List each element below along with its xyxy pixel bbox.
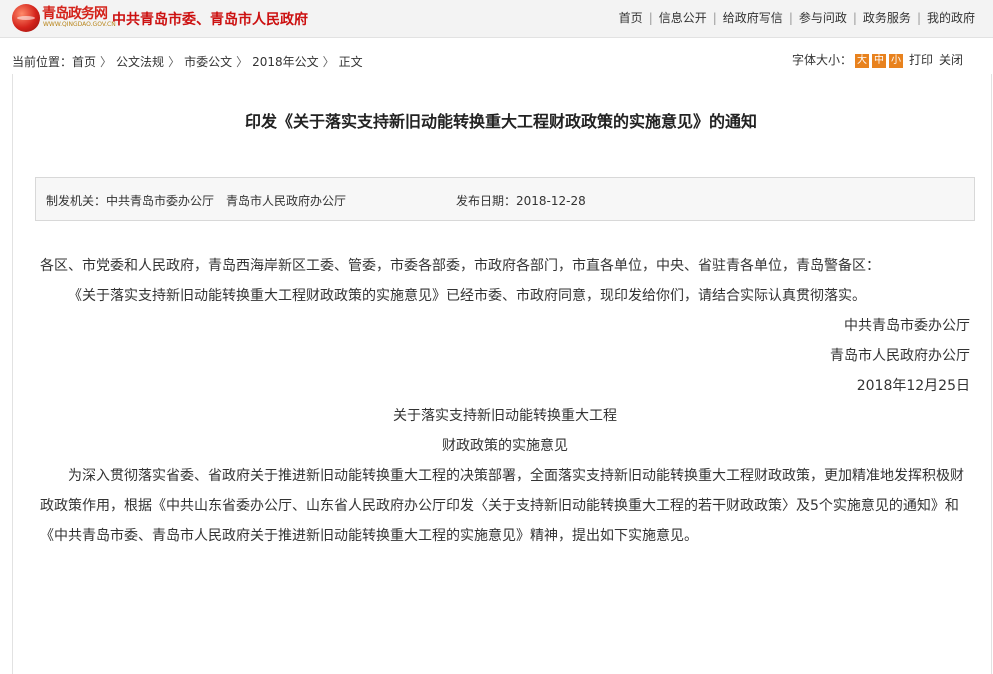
site-organization: 中共青岛市委、青岛市人民政府 <box>112 12 308 28</box>
breadcrumb-separator: 〉 <box>322 55 335 69</box>
site-header: 青岛政务网 WWW.QINGDAO.GOV.CN 中共青岛市委、青岛市人民政府 … <box>0 0 993 38</box>
logo-subtext: WWW.QINGDAO.GOV.CN <box>43 21 116 28</box>
issuer-value: 中共青岛市委办公厅 青岛市人民政府办公厅 <box>106 194 347 208</box>
nav-separator: | <box>712 11 717 25</box>
font-size-medium-button[interactable]: 中 <box>871 53 886 68</box>
breadcrumb-party-documents[interactable]: 市委公文 <box>184 55 232 69</box>
breadcrumb-separator: 〉 <box>168 55 181 69</box>
article-meta-box: 制发机关：中共青岛市委办公厅 青岛市人民政府办公厅 发布日期：2018-12-2… <box>35 177 975 221</box>
signature-date: 2018年12月25日 <box>856 378 970 394</box>
sub-title-line1: 关于落实支持新旧动能转换重大工程 <box>393 408 617 424</box>
nav-participate[interactable]: 参与问政 <box>799 11 847 25</box>
breadcrumb: 当前位置：首页〉公文法规〉市委公文〉 2018年公文〉正文 <box>12 53 363 70</box>
nav-services[interactable]: 政务服务 <box>863 11 911 25</box>
opinion-intro-paragraph: 为深入贯彻落实省委、省政府关于推进新旧动能转换重大工程的决策部署，全面落实支持新… <box>40 468 964 544</box>
site-logo[interactable]: 青岛政务网 WWW.QINGDAO.GOV.CN <box>12 2 116 34</box>
issuer-label: 制发机关： <box>46 194 107 208</box>
breadcrumb-separator: 〉 <box>100 55 113 69</box>
nav-my-government[interactable]: 我的政府 <box>927 11 975 25</box>
breadcrumb-home[interactable]: 首页 <box>72 55 96 69</box>
nav-separator: | <box>648 11 653 25</box>
breadcrumb-documents[interactable]: 公文法规 <box>116 55 164 69</box>
nav-info-disclosure[interactable]: 信息公开 <box>659 11 707 25</box>
signature-party-office: 中共青岛市委办公厅 <box>844 318 970 334</box>
publish-date-label: 发布日期： <box>456 194 517 208</box>
logo-text: 青岛政务网 <box>42 6 108 22</box>
nav-separator: | <box>788 11 793 25</box>
nav-home[interactable]: 首页 <box>619 11 643 25</box>
publish-date-value: 2018-12-28 <box>516 194 586 208</box>
page-tools: 字体大小：大中小打印 关闭 <box>792 51 963 68</box>
sub-title-line2: 财政政策的实施意见 <box>442 438 568 454</box>
recipients-paragraph: 各区、市党委和人民政府，青岛西海岸新区工委、管委，市委各部委，市政府各部门，市直… <box>40 258 880 274</box>
breadcrumb-separator: 〉 <box>236 55 249 69</box>
breadcrumb-prefix: 当前位置： <box>12 55 73 69</box>
font-size-large-button[interactable]: 大 <box>854 53 869 68</box>
issuer-info: 制发机关：中共青岛市委办公厅 青岛市人民政府办公厅 <box>46 192 346 209</box>
publish-date-info: 发布日期：2018-12-28 <box>456 192 586 209</box>
nav-write-government[interactable]: 给政府写信 <box>723 11 783 25</box>
nav-separator: | <box>916 11 921 25</box>
font-size-label: 字体大小： <box>791 53 852 67</box>
notice-paragraph: 《关于落实支持新旧动能转换重大工程财政政策的实施意见》已经市委、市政府同意，现印… <box>68 288 866 304</box>
nav-separator: | <box>852 11 857 25</box>
article-body: 各区、市党委和人民政府，青岛西海岸新区工委、管委，市委各部委，市政府各部门，市直… <box>40 251 970 551</box>
breadcrumb-bar: 当前位置：首页〉公文法规〉市委公文〉 2018年公文〉正文 字体大小：大中小打印关… <box>0 48 993 74</box>
breadcrumb-current: 正文 <box>338 55 363 69</box>
signature-government-office: 青岛市人民政府办公厅 <box>830 348 970 364</box>
article-title: 印发《关于落实支持新旧动能转换重大工程财政政策的实施意见》的通知 <box>244 112 757 131</box>
close-link[interactable]: 关闭 <box>939 53 963 67</box>
globe-icon <box>12 4 40 32</box>
print-link[interactable]: 打印 <box>909 53 933 67</box>
breadcrumb-2018-documents[interactable]: 2018年公文 <box>252 55 319 69</box>
top-navigation: 首页 | 信息公开 | 给政府写信 | 参与问政 | 政务服务 | 我的政府 <box>619 9 975 26</box>
font-size-small-button[interactable]: 小 <box>888 53 903 68</box>
